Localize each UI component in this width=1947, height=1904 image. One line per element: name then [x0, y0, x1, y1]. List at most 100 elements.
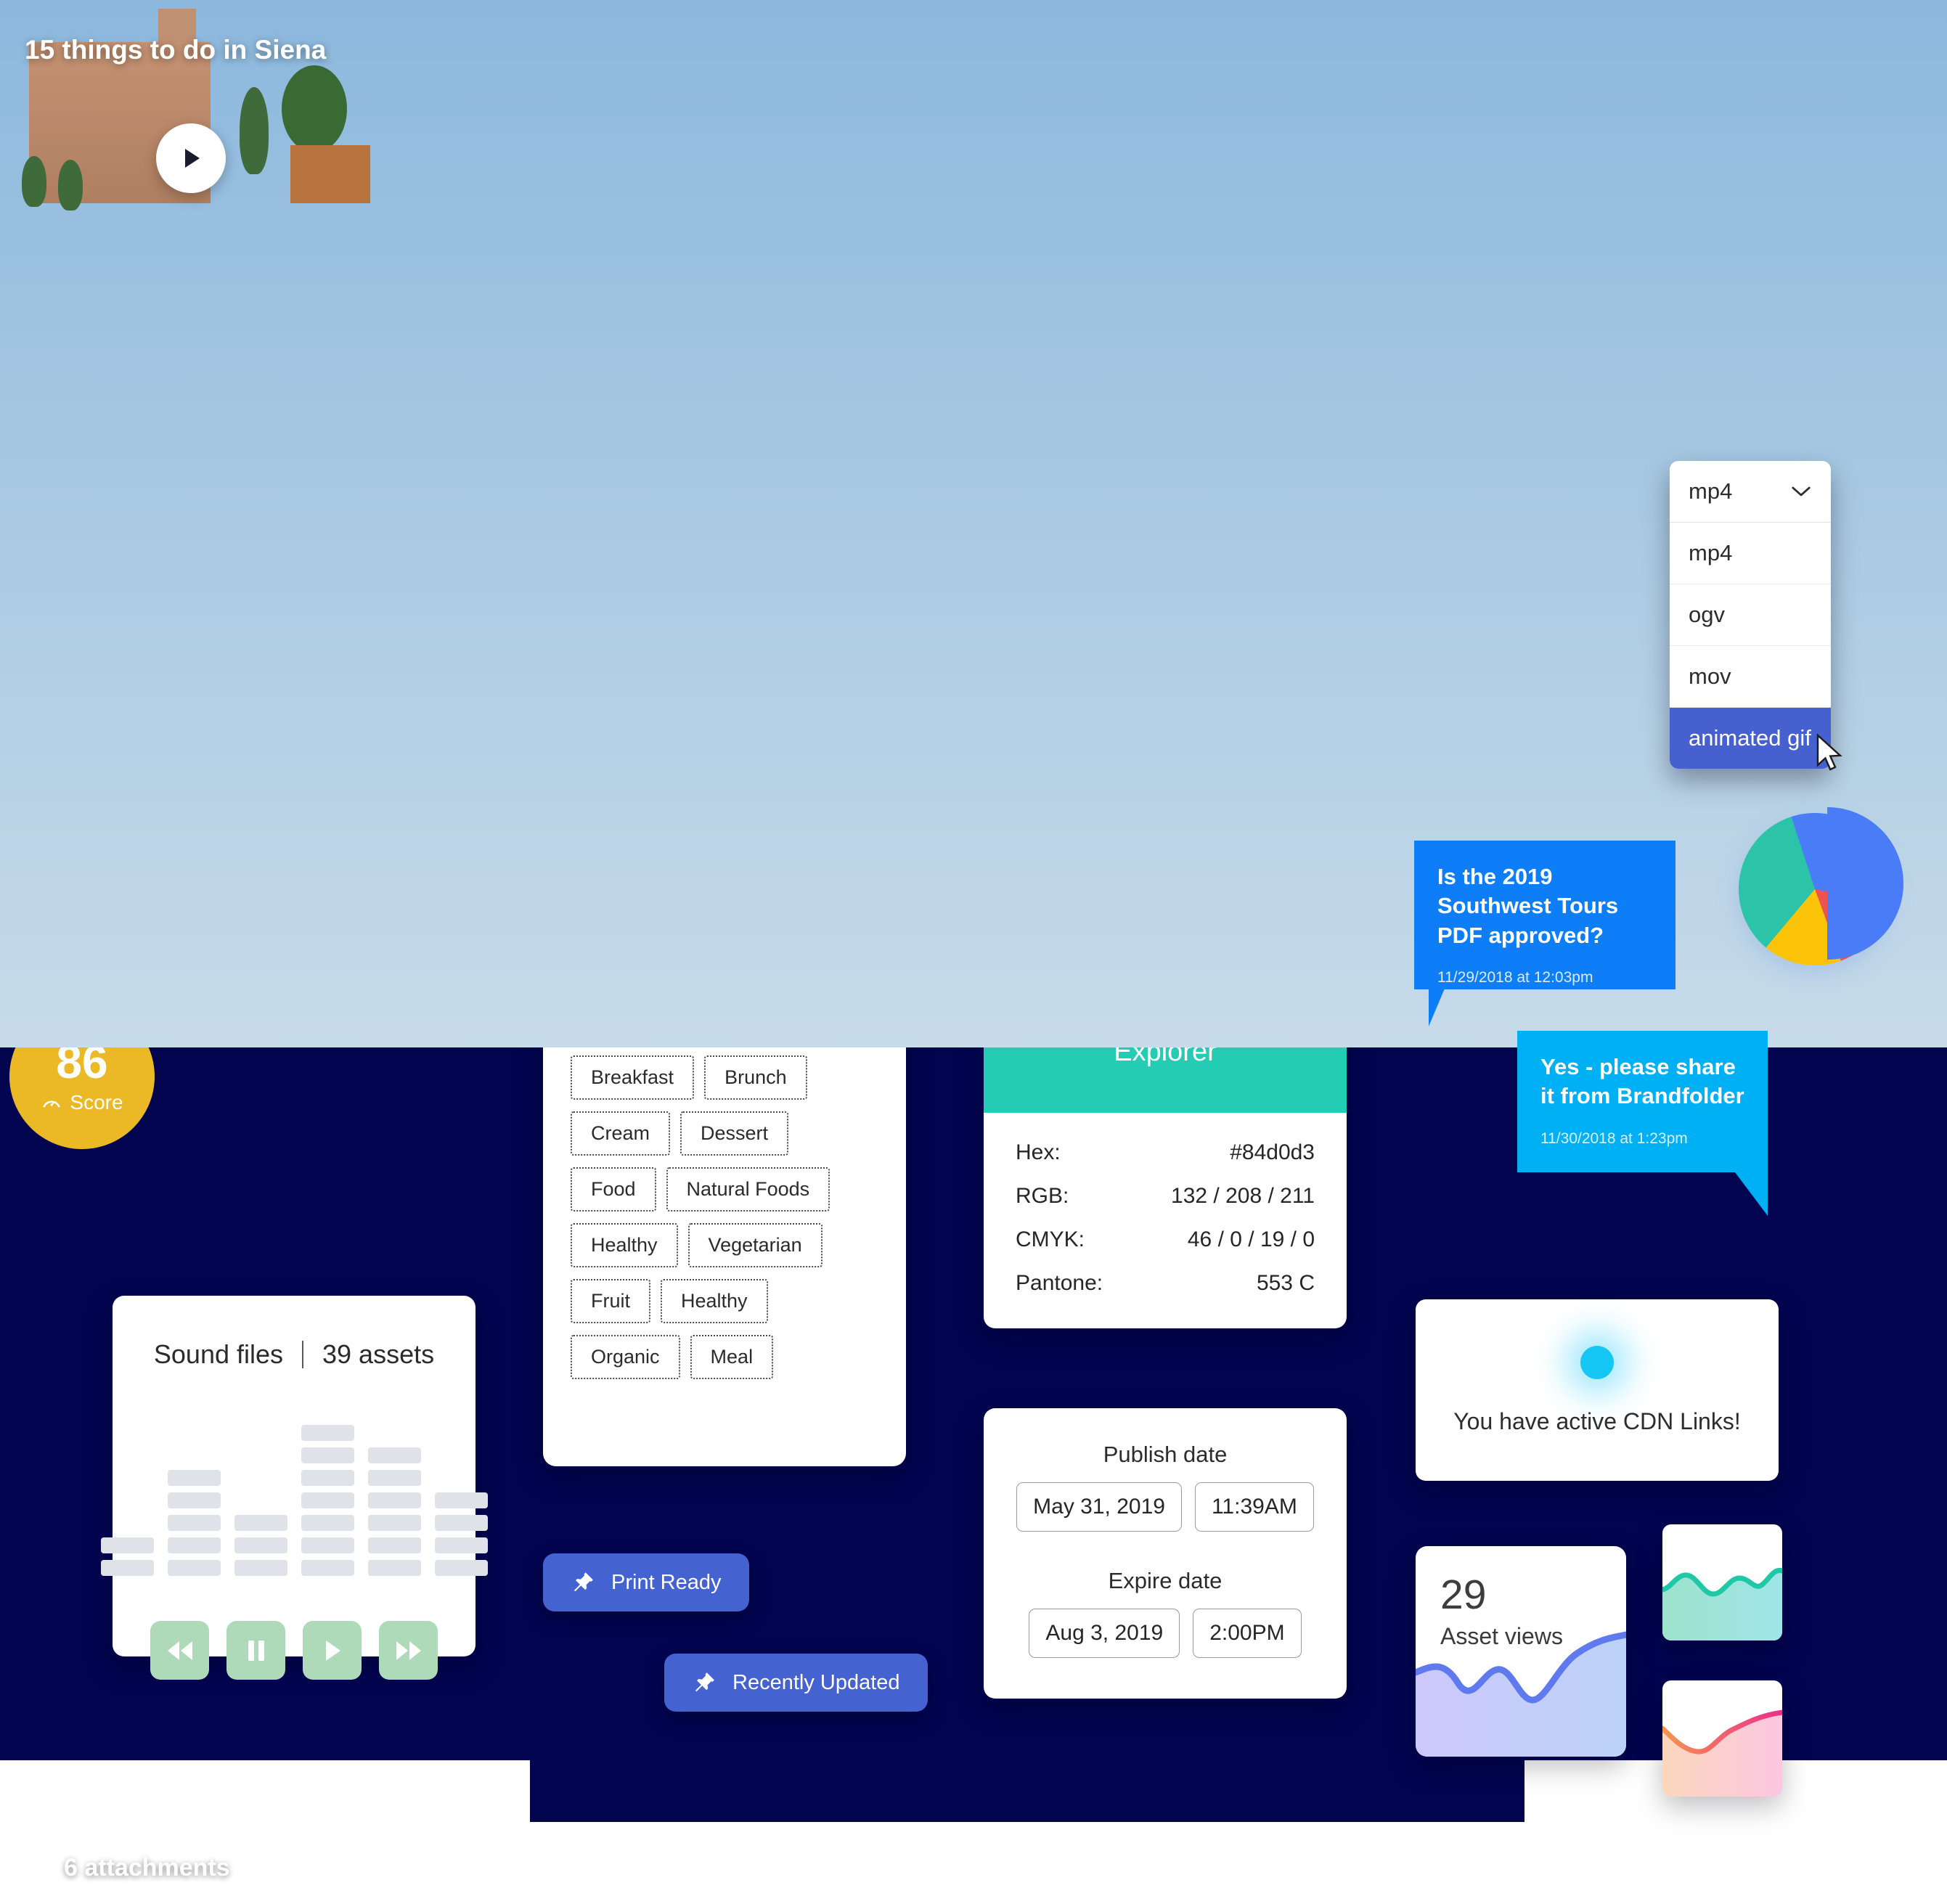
cdn-links-card: You have active CDN Links! [1416, 1299, 1779, 1481]
tag-chip[interactable]: Breakfast [571, 1055, 695, 1100]
publish-expire-card: Publish date May 31, 2019 11:39AM Expire… [984, 1408, 1347, 1699]
sound-files-count: 39 assets [322, 1339, 435, 1369]
dropdown-option-animated-gif[interactable]: animated gif [1670, 708, 1831, 769]
status-indicator-dot [1580, 1345, 1614, 1379]
divider [302, 1341, 304, 1368]
asset-views-sparkline-card: 29 Asset views [1416, 1546, 1626, 1757]
sparkline-card-pink [1662, 1680, 1782, 1797]
transport-controls [113, 1621, 475, 1680]
tag-chip[interactable]: Food [571, 1167, 656, 1212]
color-value: #84d0d3 [1230, 1140, 1315, 1164]
sparkline-chart-pink [1662, 1709, 1782, 1797]
color-value-list: Hex: #84d0d3 RGB: 132 / 208 / 211 CMYK: 46 / … [984, 1113, 1347, 1296]
play-icon [325, 1640, 340, 1661]
tag-chip[interactable]: Cream [571, 1111, 671, 1156]
fast-forward-icon [396, 1641, 421, 1660]
chat-bubble-question: Is the 2019 Southwest Tours PDF approved… [1414, 841, 1675, 989]
color-value-row: Pantone: 553 C [1016, 1271, 1315, 1296]
expire-time-input[interactable]: 2:00PM [1193, 1609, 1302, 1658]
expire-date-input[interactable]: Aug 3, 2019 [1029, 1609, 1180, 1658]
tag-chip[interactable]: Brunch [704, 1055, 807, 1100]
gauge-icon [43, 1100, 61, 1108]
sparkline-chart-teal [1662, 1567, 1782, 1641]
chat-message: Yes - please share it from Brandfolder [1540, 1054, 1744, 1109]
tag-chip[interactable]: Meal [690, 1335, 774, 1379]
rewind-icon [167, 1641, 192, 1660]
color-value: 132 / 208 / 211 [1171, 1184, 1315, 1208]
dropdown-option-mov[interactable]: mov [1670, 646, 1831, 708]
chevron-down-icon [1792, 486, 1811, 497]
pie-chart-exploded-slice [1751, 807, 1903, 960]
fast-forward-button[interactable] [379, 1621, 438, 1680]
chat-message: Is the 2019 Southwest Tours PDF approved… [1437, 864, 1619, 948]
sparkline-card-teal [1662, 1524, 1782, 1641]
tag-chip[interactable]: Dessert [680, 1111, 789, 1156]
video-asset-thumbnail[interactable]: 15 things to do in Siena [0, 0, 1947, 1047]
expire-date-row: Aug 3, 2019 2:00PM [984, 1609, 1347, 1658]
format-dropdown[interactable]: mp4 mp4 ogv mov animated gif [1670, 461, 1831, 769]
color-value: 46 / 0 / 19 / 0 [1187, 1227, 1315, 1251]
tag-list: Breakfast Brunch Cream Dessert Food Natural F… [543, 1016, 906, 1418]
tag-chip[interactable]: Vegetarian [687, 1223, 823, 1267]
expire-date-label: Expire date [1108, 1568, 1223, 1593]
pin-tag-label: Recently Updated [732, 1670, 900, 1694]
publish-date-input[interactable]: May 31, 2019 [1016, 1482, 1182, 1532]
eq-column [434, 1492, 488, 1576]
rewind-button[interactable] [150, 1621, 209, 1680]
equalizer-visual [100, 1425, 488, 1576]
sparkline-chart-blue [1416, 1631, 1626, 1757]
mouse-cursor-icon [1816, 733, 1842, 771]
publish-date-row: May 31, 2019 11:39AM [984, 1482, 1347, 1532]
publish-date-label: Publish date [1103, 1442, 1228, 1467]
color-value: 553 C [1256, 1271, 1315, 1295]
sky [0, 0, 1947, 1047]
tag-chip[interactable]: Fruit [571, 1279, 650, 1323]
dashboard-collage: Create Share Link Public Private https:/… [0, 0, 1947, 1904]
pin-tag-recently-updated[interactable]: Recently Updated [664, 1654, 928, 1712]
pause-icon [248, 1640, 264, 1661]
chat-timestamp: 11/29/2018 at 12:03pm [1437, 968, 1593, 986]
sound-files-header: Sound files 39 assets [113, 1296, 475, 1370]
pause-button[interactable] [226, 1621, 285, 1680]
pin-tag-print-ready[interactable]: Print Ready [543, 1553, 749, 1611]
color-value-row: RGB: 132 / 208 / 211 [1016, 1184, 1315, 1209]
color-value-label: CMYK: [1016, 1227, 1085, 1251]
sound-files-title: Sound files [153, 1339, 284, 1369]
corner-cutout-bottom-right [1281, 1880, 1947, 1904]
publish-time-input[interactable]: 11:39AM [1194, 1482, 1314, 1532]
score-label-row: Score [41, 1091, 123, 1114]
corner-cutout-bottom-mid [530, 1822, 1281, 1904]
tag-chip[interactable]: Organic [571, 1335, 680, 1379]
color-value-row: CMYK: 46 / 0 / 19 / 0 [1016, 1227, 1315, 1252]
eq-column [301, 1425, 354, 1576]
chat-bubble-tail [1429, 989, 1472, 1026]
score-label: Score [70, 1091, 123, 1114]
eq-column [167, 1470, 221, 1576]
eq-column [367, 1447, 421, 1576]
color-value-row: Hex: #84d0d3 [1016, 1140, 1315, 1165]
dropdown-selected-value-row[interactable]: mp4 [1670, 461, 1831, 523]
corner-cutout-bottom-left [0, 1760, 530, 1904]
color-value-label: RGB: [1016, 1184, 1069, 1208]
pin-tag-label: Print Ready [611, 1570, 722, 1594]
color-value-label: Pantone: [1016, 1271, 1103, 1295]
eq-column [234, 1515, 287, 1576]
color-value-label: Hex: [1016, 1140, 1061, 1164]
chat-bubble-tail [1735, 1172, 1768, 1216]
play-button[interactable] [303, 1621, 362, 1680]
tag-chip[interactable]: Natural Foods [666, 1167, 830, 1212]
tag-chip[interactable]: Healthy [571, 1223, 678, 1267]
tag-chip[interactable]: Healthy [661, 1279, 768, 1323]
pin-icon [574, 1572, 593, 1592]
dropdown-selected-value: mp4 [1689, 478, 1733, 504]
pin-icon [695, 1672, 714, 1692]
cdn-links-message: You have active CDN Links! [1453, 1407, 1741, 1434]
eq-column [100, 1537, 154, 1576]
tags-card: Breakfast Brunch Cream Dessert Food Natural F… [543, 1016, 906, 1466]
chat-timestamp: 11/30/2018 at 1:23pm [1540, 1129, 1688, 1147]
dropdown-option-mp4[interactable]: mp4 [1670, 523, 1831, 584]
asset-views-value: 29 [1440, 1572, 1487, 1618]
dropdown-option-ogv[interactable]: ogv [1670, 584, 1831, 646]
chat-bubble-answer: Yes - please share it from Brandfolder 1… [1517, 1031, 1768, 1172]
sound-files-card: Sound files 39 assets [100, 1296, 488, 1680]
